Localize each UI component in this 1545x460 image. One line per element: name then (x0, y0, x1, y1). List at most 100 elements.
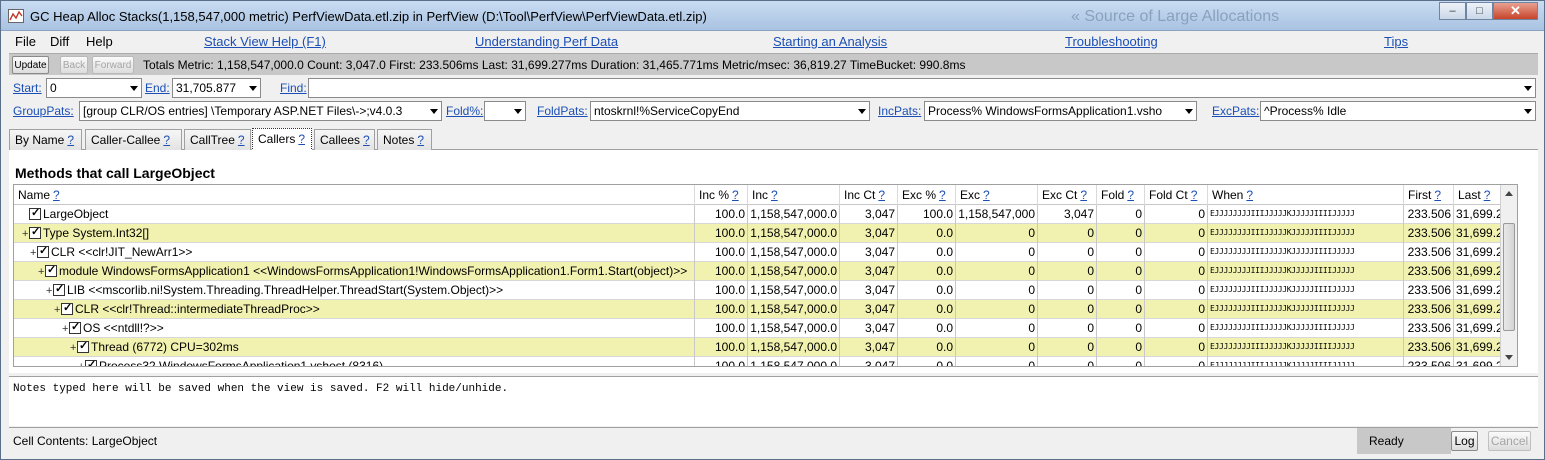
column-header-when[interactable]: When? (1208, 185, 1404, 205)
vertical-scrollbar[interactable] (1500, 185, 1517, 366)
help-link[interactable]: ? (732, 188, 739, 202)
expand-toggle-icon[interactable]: + (78, 361, 85, 366)
column-header-exc-ct[interactable]: Exc Ct? (1038, 185, 1097, 205)
checkbox[interactable] (85, 358, 97, 366)
cell-exc-pct[interactable]: 100.0 (898, 205, 956, 224)
minimize-button[interactable]: – (1439, 2, 1466, 20)
end-combo[interactable]: 31,705.877 (172, 78, 261, 98)
grouppats-combo[interactable]: [group CLR/OS entries] \Temporary ASP.NE… (79, 101, 442, 121)
cell-fold-ct[interactable]: 0 (1145, 243, 1208, 262)
end-label[interactable]: End: (145, 81, 170, 95)
cell-exc[interactable]: 0 (956, 243, 1038, 262)
checkbox[interactable] (45, 263, 57, 277)
cell-inc-ct[interactable]: 3,047 (840, 224, 898, 243)
cell-inc[interactable]: 1,158,547,000.0 (748, 243, 840, 262)
cell-fold[interactable]: 0 (1097, 300, 1145, 319)
column-header-exc-pct[interactable]: Exc %? (898, 185, 956, 205)
cell-first[interactable]: 233.506 (1404, 262, 1454, 281)
cell-inc[interactable]: 1,158,547,000.0 (748, 300, 840, 319)
tab-caller-callee[interactable]: Caller-Callee? (85, 129, 182, 150)
start-label[interactable]: Start: (13, 81, 42, 95)
scroll-thumb[interactable] (1503, 223, 1515, 331)
expand-toggle-icon[interactable]: + (46, 285, 53, 297)
cell-inc-pct[interactable]: 100.0 (695, 205, 748, 224)
incpats-label[interactable]: IncPats: (878, 104, 921, 118)
name-cell[interactable]: + Process32 WindowsFormsApplication1.vsho… (14, 357, 695, 366)
cell-exc[interactable]: 0 (956, 262, 1038, 281)
fold-percent-label[interactable]: Fold%: (446, 104, 483, 118)
cell-exc-ct[interactable]: 0 (1038, 243, 1097, 262)
cell-exc[interactable]: 0 (956, 338, 1038, 357)
cell-last[interactable]: 31,699.277 (1454, 338, 1502, 357)
cell-fold[interactable]: 0 (1097, 205, 1145, 224)
link-stack-view-help[interactable]: Stack View Help (F1) (204, 34, 326, 49)
cell-when[interactable]: EJJJJJJJJIIIJJJJJKJJJJJIIIIJJJJJ (1208, 300, 1404, 319)
update-button[interactable]: Update (12, 56, 49, 74)
cell-last[interactable]: 31,699.277 (1454, 262, 1502, 281)
cell-inc-pct[interactable]: 100.0 (695, 357, 748, 366)
table-row[interactable]: + module WindowsFormsApplication1 <<Windo… (14, 262, 1517, 281)
table-row[interactable]: + OS <<ntdll!?>> 100.01,158,547,000.03,047… (14, 319, 1517, 338)
forward-button[interactable]: Forward (92, 56, 134, 74)
cell-last[interactable]: 31,699.277 (1454, 281, 1502, 300)
help-link[interactable]: ? (939, 188, 946, 202)
cell-fold-ct[interactable]: 0 (1145, 205, 1208, 224)
expand-toggle-icon[interactable]: + (30, 247, 37, 259)
cell-exc-ct[interactable]: 0 (1038, 319, 1097, 338)
excpats-combo[interactable]: ^Process% Idle (1260, 101, 1536, 121)
cell-when[interactable]: EJJJJJJJJIIIJJJJJKJJJJJIIIIJJJJJ (1208, 281, 1404, 300)
cell-fold-ct[interactable]: 0 (1145, 224, 1208, 243)
cell-exc[interactable]: 0 (956, 357, 1038, 366)
cell-first[interactable]: 233.506 (1404, 357, 1454, 366)
cell-fold-ct[interactable]: 0 (1145, 319, 1208, 338)
cell-exc-pct[interactable]: 0.0 (898, 224, 956, 243)
tab-by-name[interactable]: By Name? (9, 129, 82, 150)
help-link[interactable]: ? (771, 188, 778, 202)
incpats-combo[interactable]: Process% WindowsFormsApplication1.vsho (924, 101, 1197, 121)
cell-last[interactable]: 31,699.277 (1454, 243, 1502, 262)
link-troubleshooting[interactable]: Troubleshooting (1065, 34, 1158, 49)
expand-toggle-icon[interactable]: + (62, 323, 69, 335)
cell-inc-ct[interactable]: 3,047 (840, 262, 898, 281)
scroll-up-icon[interactable] (1505, 191, 1513, 196)
help-link[interactable]: ? (1484, 188, 1491, 202)
tab-callers[interactable]: Callers? (252, 128, 312, 151)
table-row[interactable]: + CLR <<clr!JIT_NewArr1>> 100.01,158,547,0… (14, 243, 1517, 262)
help-link[interactable]: ? (67, 133, 74, 147)
link-starting-an-analysis[interactable]: Starting an Analysis (773, 34, 887, 49)
name-cell[interactable]: + Type System.Int32[] (14, 224, 695, 243)
table-row[interactable]: + Type System.Int32[] 100.01,158,547,000.0… (14, 224, 1517, 243)
menu-file[interactable]: File (15, 34, 36, 49)
name-cell[interactable]: + CLR <<clr!Thread::intermediateThreadPro… (14, 300, 695, 319)
name-cell[interactable]: + Thread (6772) CPU=302ms (14, 338, 695, 357)
cell-exc-ct[interactable]: 0 (1038, 300, 1097, 319)
foldpats-combo[interactable]: ntoskrnl!%ServiceCopyEnd (590, 101, 870, 121)
cell-fold-ct[interactable]: 0 (1145, 357, 1208, 366)
cell-inc-ct[interactable]: 3,047 (840, 338, 898, 357)
cell-exc-pct[interactable]: 0.0 (898, 357, 956, 366)
column-header-name[interactable]: Name? (14, 185, 695, 205)
foldpats-label[interactable]: FoldPats: (537, 104, 588, 118)
cell-inc-pct[interactable]: 100.0 (695, 281, 748, 300)
cell-inc-pct[interactable]: 100.0 (695, 262, 748, 281)
cell-inc-pct[interactable]: 100.0 (695, 319, 748, 338)
expand-toggle-icon[interactable]: + (38, 266, 45, 278)
help-link[interactable]: ? (298, 132, 305, 146)
cell-inc[interactable]: 1,158,547,000.0 (748, 357, 840, 366)
checkbox[interactable] (61, 301, 73, 315)
excpats-label[interactable]: ExcPats: (1212, 104, 1259, 118)
cell-last[interactable]: 31,699.277 (1454, 224, 1502, 243)
expand-toggle-icon[interactable]: + (54, 304, 61, 316)
cell-when[interactable]: EJJJJJJJJIIIJJJJJKJJJJJIIIIJJJJJ (1208, 205, 1404, 224)
cell-exc-ct[interactable]: 0 (1038, 357, 1097, 366)
help-link[interactable]: ? (1080, 188, 1087, 202)
cell-inc-pct[interactable]: 100.0 (695, 300, 748, 319)
cell-fold[interactable]: 0 (1097, 357, 1145, 366)
cell-inc-pct[interactable]: 100.0 (695, 243, 748, 262)
close-button[interactable]: ✕ (1493, 2, 1538, 20)
cell-exc[interactable]: 1,158,547,000 (956, 205, 1038, 224)
cell-exc-ct[interactable]: 3,047 (1038, 205, 1097, 224)
help-link[interactable]: ? (1127, 188, 1134, 202)
table-row[interactable]: + CLR <<clr!Thread::intermediateThreadPro… (14, 300, 1517, 319)
cell-exc[interactable]: 0 (956, 224, 1038, 243)
